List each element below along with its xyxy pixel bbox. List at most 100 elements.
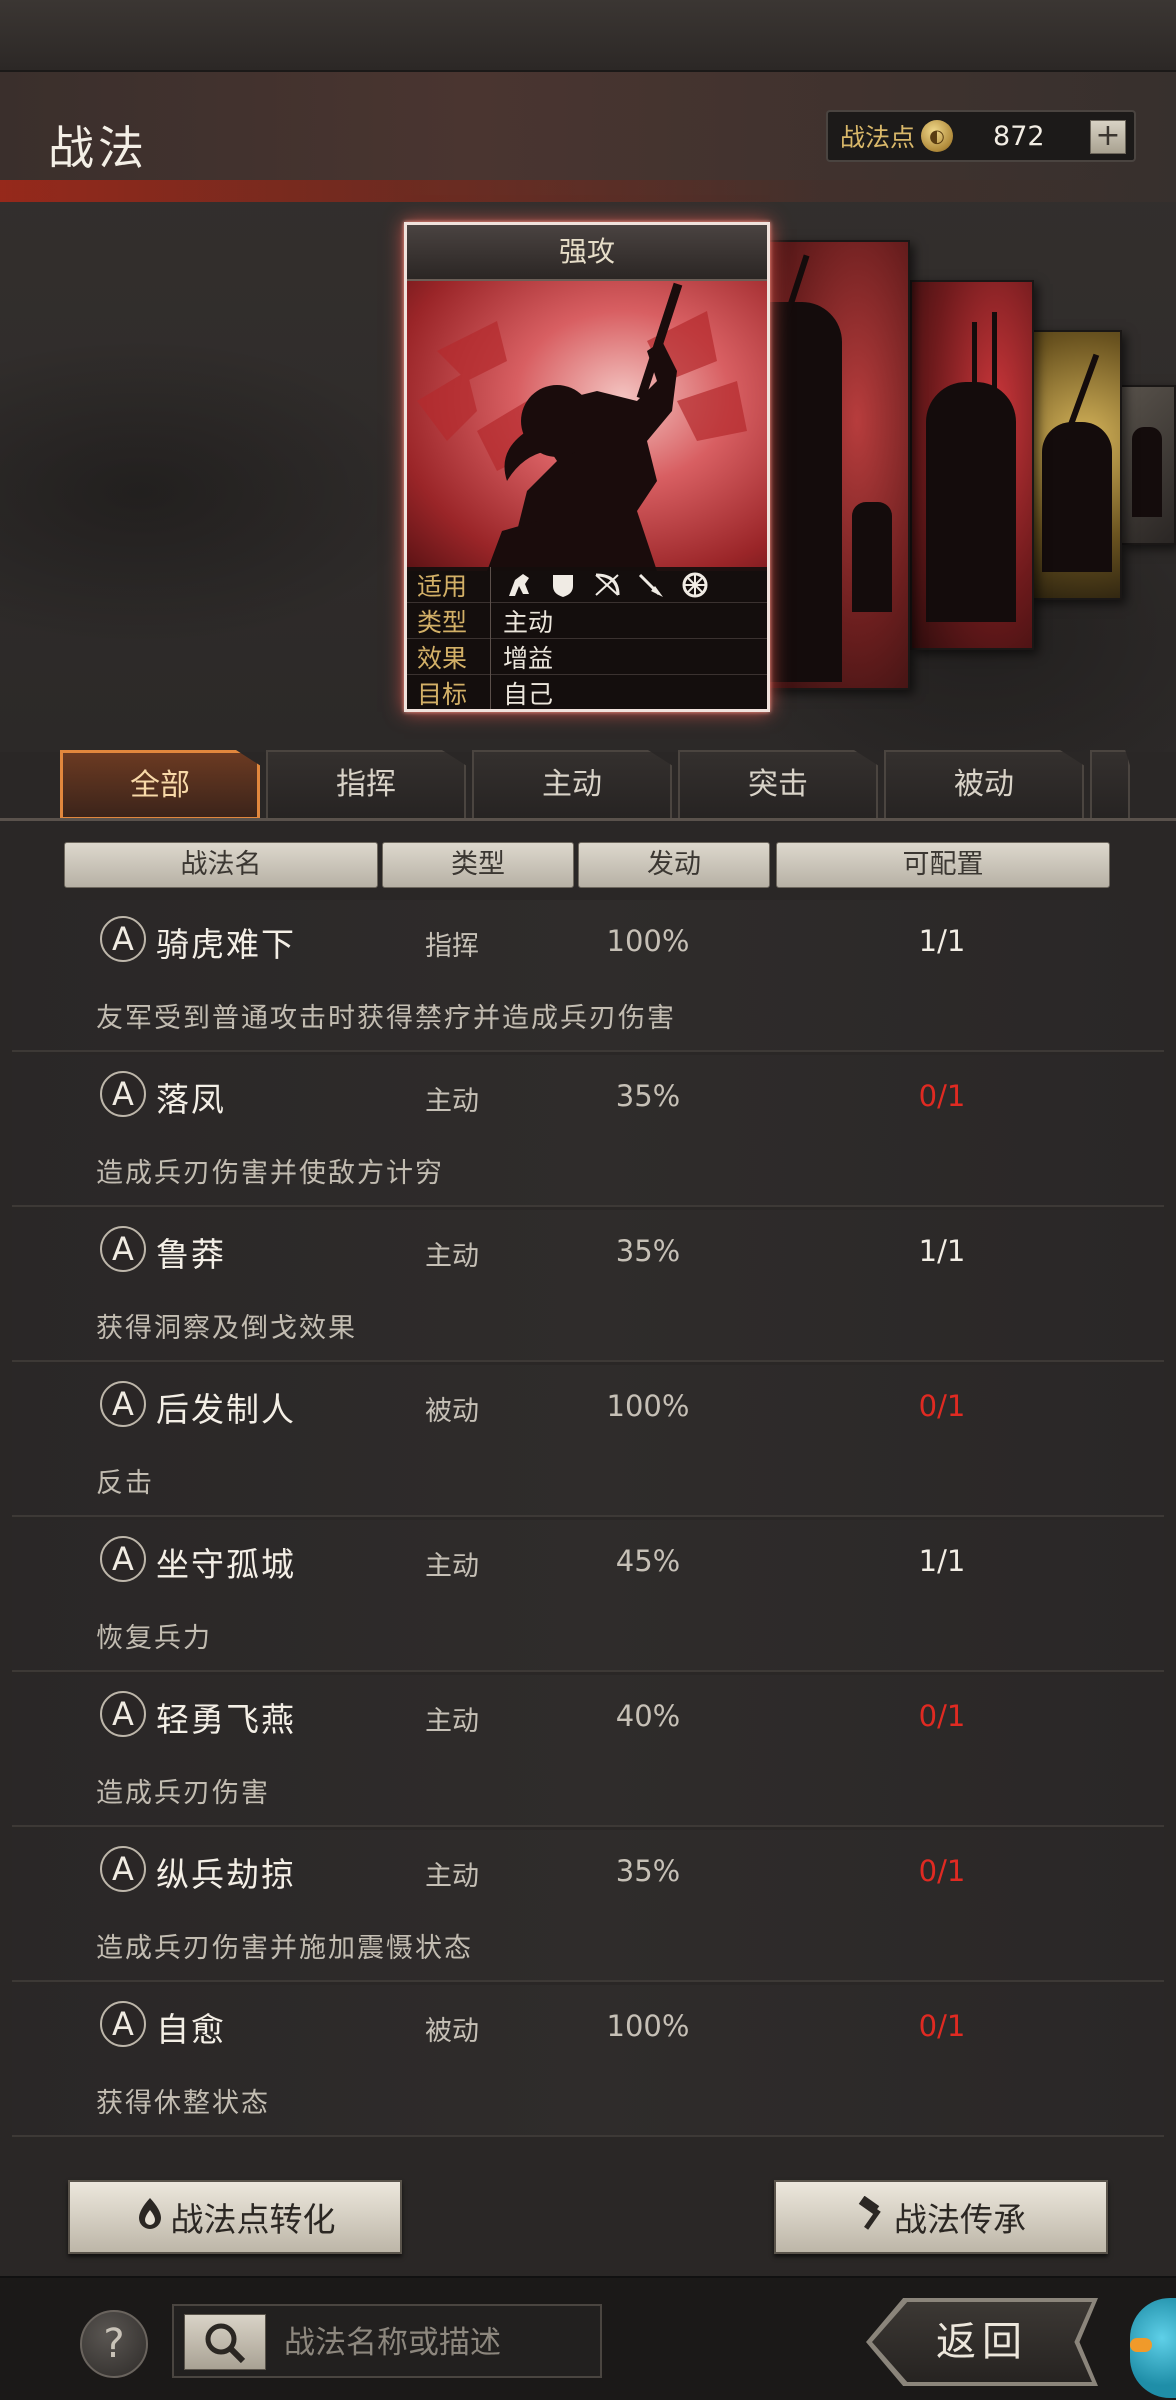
footer-bar: ? 返回: [0, 2276, 1176, 2400]
tactic-type: 主动: [425, 1241, 479, 1272]
tactic-name: 鲁莽: [156, 1235, 226, 1274]
table-header: 战法名 类型 发动 可配置: [64, 842, 1112, 888]
points-label: 战法点: [840, 123, 916, 152]
trigger-rate: 100%: [606, 2009, 690, 2043]
back-button[interactable]: 返回: [872, 2302, 1092, 2382]
cavalry-icon: [503, 571, 535, 599]
header-trigger-rate[interactable]: 发动: [578, 842, 770, 888]
tactic-name: 纵兵劫掠: [156, 1855, 296, 1894]
info-value: 自己: [503, 680, 554, 709]
config-count: 0/1: [918, 1389, 966, 1423]
config-count: 1/1: [918, 924, 966, 958]
tactic-name: 后发制人: [156, 1390, 296, 1429]
search-box: [172, 2304, 602, 2378]
table-row[interactable]: A 自愈 被动 100% 0/1 获得休整状态: [12, 1985, 1164, 2137]
table-row[interactable]: A 后发制人 被动 100% 0/1 反击: [12, 1365, 1164, 1517]
troop-type-icons: [491, 571, 711, 599]
search-button[interactable]: [184, 2314, 266, 2370]
tactic-description: 恢复兵力: [96, 1623, 212, 1654]
header-configurable[interactable]: 可配置: [776, 842, 1110, 888]
info-key: 适用: [407, 566, 491, 603]
tactic-card-2[interactable]: [760, 240, 910, 690]
tactic-description: 获得休整状态: [96, 2088, 270, 2119]
trigger-rate: 35%: [615, 1234, 681, 1268]
tactic-name: 落凤: [156, 1080, 226, 1119]
search-input[interactable]: [284, 2320, 584, 2366]
tactic-type: 被动: [425, 1396, 479, 1427]
info-row-target: 目标 自己: [407, 675, 767, 709]
tab-more[interactable]: [1090, 750, 1130, 820]
convert-points-label: 战法点转化: [170, 2200, 336, 2239]
tactic-description: 造成兵刃伤害并使敌方计穷: [96, 1158, 444, 1189]
tactic-card-5[interactable]: [1120, 385, 1176, 545]
tactic-type: 主动: [425, 1086, 479, 1117]
config-count: 0/1: [918, 1854, 966, 1888]
config-count: 1/1: [918, 1234, 966, 1268]
tactic-points-box: 战法点 ◐ 872 +: [826, 110, 1136, 162]
tactic-description: 造成兵刃伤害并施加震慑状态: [96, 1933, 473, 1964]
trigger-rate: 100%: [606, 1389, 690, 1423]
tab-command[interactable]: 指挥: [266, 750, 466, 820]
tactic-inherit-label: 战法传承: [894, 2200, 1026, 2239]
filter-tabs: 全部 指挥 主动 突击 被动: [56, 750, 1176, 820]
add-points-button[interactable]: +: [1090, 120, 1126, 154]
tab-active[interactable]: 主动: [472, 750, 672, 820]
convert-points-button[interactable]: 战法点转化: [68, 2180, 402, 2254]
tab-passive[interactable]: 被动: [884, 750, 1084, 820]
config-count: 0/1: [918, 1699, 966, 1733]
info-key: 类型: [407, 602, 491, 639]
trigger-rate: 100%: [606, 924, 690, 958]
header-type[interactable]: 类型: [382, 842, 574, 888]
help-button[interactable]: ?: [80, 2310, 148, 2378]
tactic-name: 轻勇飞燕: [156, 1700, 296, 1739]
config-count: 0/1: [918, 1079, 966, 1113]
grade-badge: A: [100, 916, 146, 962]
tab-assault[interactable]: 突击: [678, 750, 878, 820]
grade-badge: A: [100, 1691, 146, 1737]
table-row[interactable]: A 轻勇飞燕 主动 40% 0/1 造成兵刃伤害: [12, 1675, 1164, 1827]
info-row-effect: 效果 增益: [407, 638, 767, 675]
tab-all[interactable]: 全部: [60, 750, 260, 820]
tactic-card-3[interactable]: [910, 280, 1034, 650]
header-name[interactable]: 战法名: [64, 842, 378, 888]
tactic-description: 友军受到普通攻击时获得禁疗并造成兵刃伤害: [96, 1003, 676, 1034]
tactic-card-4[interactable]: [1030, 330, 1122, 600]
table-row[interactable]: A 鲁莽 主动 35% 1/1 获得洞察及倒戈效果: [12, 1210, 1164, 1362]
grade-badge: A: [100, 1846, 146, 1892]
flame-drop-icon: [135, 2196, 165, 2238]
info-key: 目标: [407, 675, 491, 709]
tactic-inherit-button[interactable]: 战法传承: [774, 2180, 1108, 2254]
card-artwork: [407, 281, 767, 571]
info-value: 增益: [503, 643, 554, 673]
tactic-type: 主动: [425, 1861, 479, 1892]
action-bar: 战法点转化 战法传承: [0, 2166, 1176, 2276]
trigger-rate: 35%: [615, 1854, 681, 1888]
config-count: 1/1: [918, 1544, 966, 1578]
tactic-description: 获得洞察及倒戈效果: [96, 1313, 357, 1344]
table-row[interactable]: A 落凤 主动 35% 0/1 造成兵刃伤害并使敌方计穷: [12, 1055, 1164, 1207]
card-info-panel: 适用 类型 主动 效果 增益 目标 自己: [407, 566, 767, 709]
tactic-list: A 骑虎难下 指挥 100% 1/1 友军受到普通攻击时获得禁疗并造成兵刃伤害 …: [12, 900, 1164, 2165]
table-row[interactable]: A 骑虎难下 指挥 100% 1/1 友军受到普通攻击时获得禁疗并造成兵刃伤害: [12, 900, 1164, 1052]
table-row[interactable]: A 坐守孤城 主动 45% 1/1 恢复兵力: [12, 1520, 1164, 1672]
featured-tactic-card[interactable]: 强攻 适用 类型 主动 效果 增益 目标 自己: [404, 222, 770, 712]
header-glow: [0, 180, 1176, 202]
coin-icon: ◐: [921, 120, 954, 152]
siege-wheel-icon: [679, 571, 711, 599]
config-count: 0/1: [918, 2009, 966, 2043]
tactic-description: 反击: [96, 1468, 154, 1499]
tactic-description: 造成兵刃伤害: [96, 1778, 270, 1809]
tactic-type: 主动: [425, 1551, 479, 1582]
warrior-silhouette-art: [417, 282, 747, 571]
info-row-applicable: 适用: [407, 566, 767, 603]
top-decor-strip: [0, 0, 1176, 72]
info-key: 效果: [407, 638, 491, 675]
trigger-rate: 35%: [615, 1079, 681, 1113]
tab-divider: [0, 818, 1176, 821]
grade-badge: A: [100, 2001, 146, 2047]
trigger-rate: 45%: [615, 1544, 681, 1578]
tactic-type: 被动: [425, 2016, 479, 2047]
points-value: 872: [993, 120, 1045, 152]
grade-badge: A: [100, 1226, 146, 1272]
table-row[interactable]: A 纵兵劫掠 主动 35% 0/1 造成兵刃伤害并施加震慑状态: [12, 1830, 1164, 1982]
